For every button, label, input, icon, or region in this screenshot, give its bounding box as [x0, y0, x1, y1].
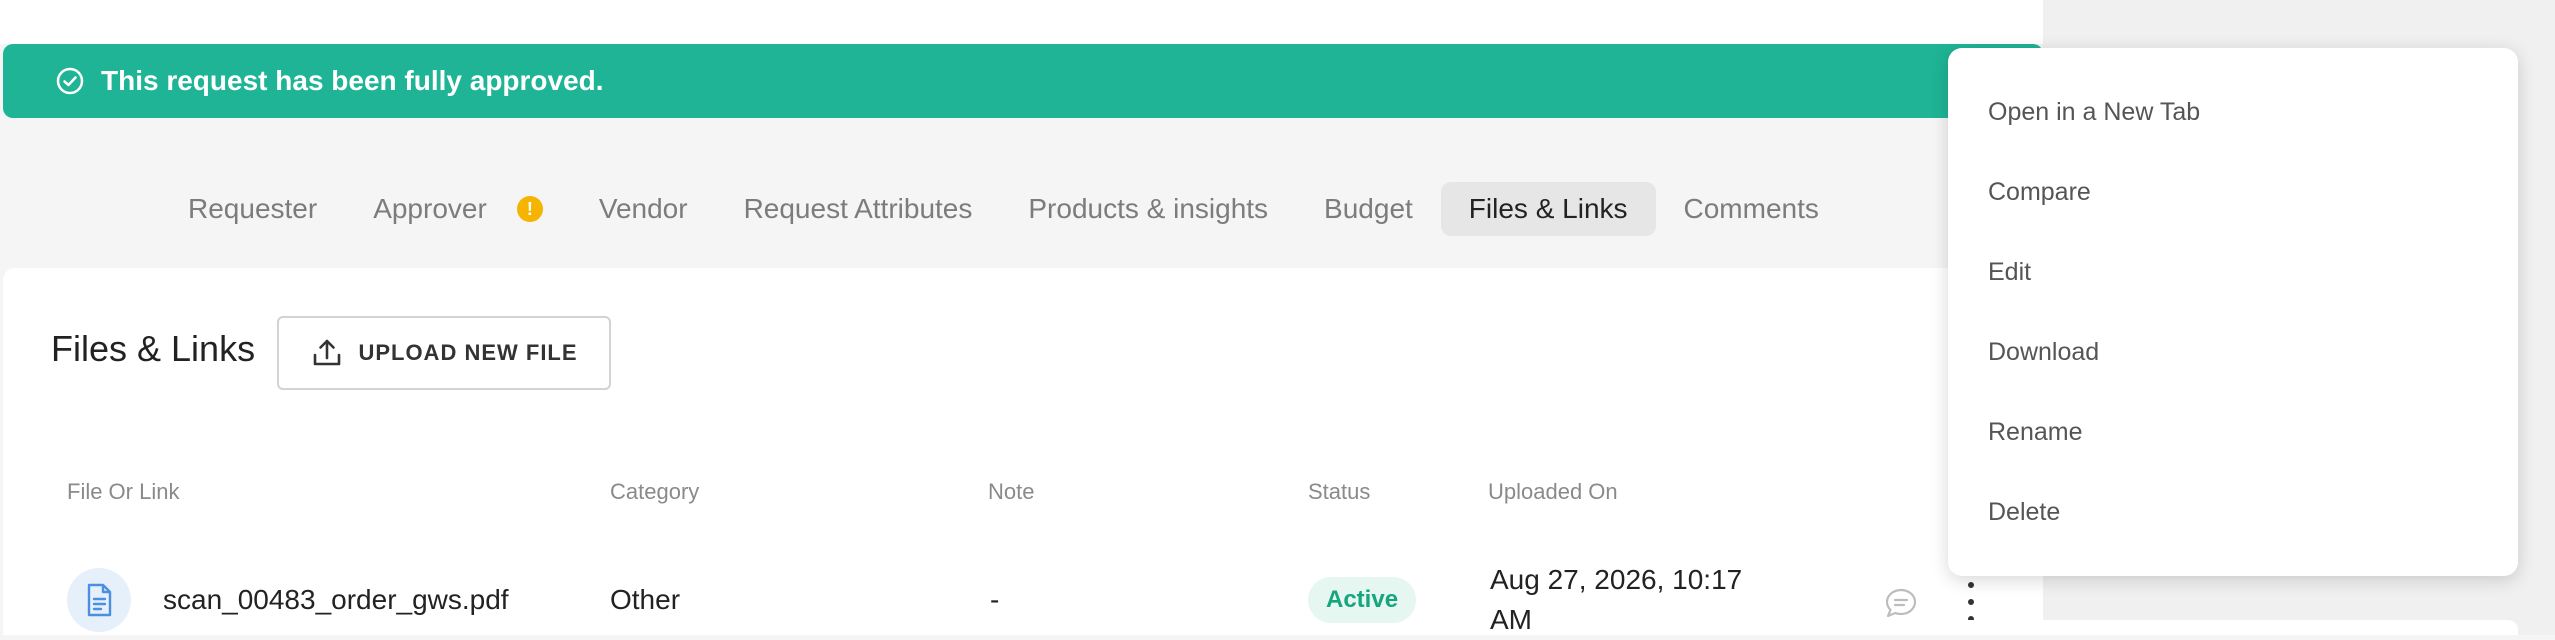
upload-new-file-button[interactable]: UPLOAD NEW FILE	[277, 316, 611, 390]
banner-message: This request has been fully approved.	[101, 65, 604, 96]
tab-products-insights[interactable]: Products & insights	[1000, 182, 1296, 236]
tab-label: Comments	[1683, 193, 1819, 224]
check-circle-icon	[53, 64, 87, 98]
upload-icon	[314, 339, 341, 366]
tab-label: Files & Links	[1468, 193, 1628, 224]
menu-item-edit[interactable]: Edit	[1988, 258, 2031, 287]
header-category[interactable]: Category	[610, 479, 699, 505]
main-area: This request has been fully approved. Re…	[0, 0, 2043, 635]
header-uploaded-on[interactable]: Uploaded On	[1488, 479, 1618, 505]
comment-icon[interactable]	[1883, 586, 1919, 620]
tab-approver[interactable]: Approver!	[345, 182, 571, 236]
header-note[interactable]: Note	[988, 479, 1034, 505]
menu-item-open-new-tab[interactable]: Open in a New Tab	[1988, 98, 2200, 127]
tab-bar: Requester Approver! Vendor Request Attri…	[160, 180, 1847, 238]
uploaded-date-line: Aug 27, 2026, 10:17	[1490, 564, 1743, 595]
header-status[interactable]: Status	[1308, 479, 1370, 505]
upload-button-label: UPLOAD NEW FILE	[358, 340, 578, 365]
category-value: Other	[610, 584, 681, 615]
menu-item-rename[interactable]: Rename	[1988, 418, 2083, 447]
top-strip	[0, 0, 2043, 44]
menu-item-delete[interactable]: Delete	[1988, 498, 2060, 527]
tab-request-attributes[interactable]: Request Attributes	[716, 182, 1001, 236]
uploaded-time-line: AM	[1490, 604, 1532, 635]
tab-label: Budget	[1324, 193, 1413, 224]
warning-badge-icon: !	[516, 196, 543, 222]
tab-label: Vendor	[598, 193, 688, 224]
more-options-icon[interactable]	[1959, 582, 1983, 622]
tab-label: Approver	[373, 193, 487, 224]
section-title: Files & Links	[51, 328, 256, 369]
status-badge: Active	[1308, 577, 1417, 623]
tab-comments[interactable]: Comments	[1656, 182, 1847, 236]
header-file-or-link[interactable]: File Or Link	[67, 479, 179, 505]
tab-label: Request Attributes	[743, 193, 973, 224]
context-menu: Open in a New Tab Compare Edit Download …	[1948, 48, 2518, 576]
menu-item-compare[interactable]: Compare	[1988, 178, 2091, 207]
uploaded-on-value: Aug 27, 2026, 10:17 AM	[1490, 560, 1750, 640]
tab-vendor[interactable]: Vendor	[571, 182, 716, 236]
menu-item-download[interactable]: Download	[1988, 338, 2099, 367]
tab-label: Products & insights	[1028, 193, 1269, 224]
menu-shadow-edge	[1948, 620, 2518, 635]
tab-files-links[interactable]: Files & Links	[1440, 182, 1656, 236]
files-links-card: Files & Links UPLOAD NEW FILE File Or Li…	[3, 268, 2043, 635]
tab-requester[interactable]: Requester	[160, 182, 345, 236]
tab-budget[interactable]: Budget	[1296, 182, 1441, 236]
document-icon	[67, 568, 131, 632]
file-name-link[interactable]: scan_00483_order_gws.pdf	[163, 584, 509, 616]
tab-label: Requester	[188, 193, 318, 224]
note-value: -	[990, 584, 1000, 615]
approval-banner: This request has been fully approved.	[3, 44, 2043, 118]
